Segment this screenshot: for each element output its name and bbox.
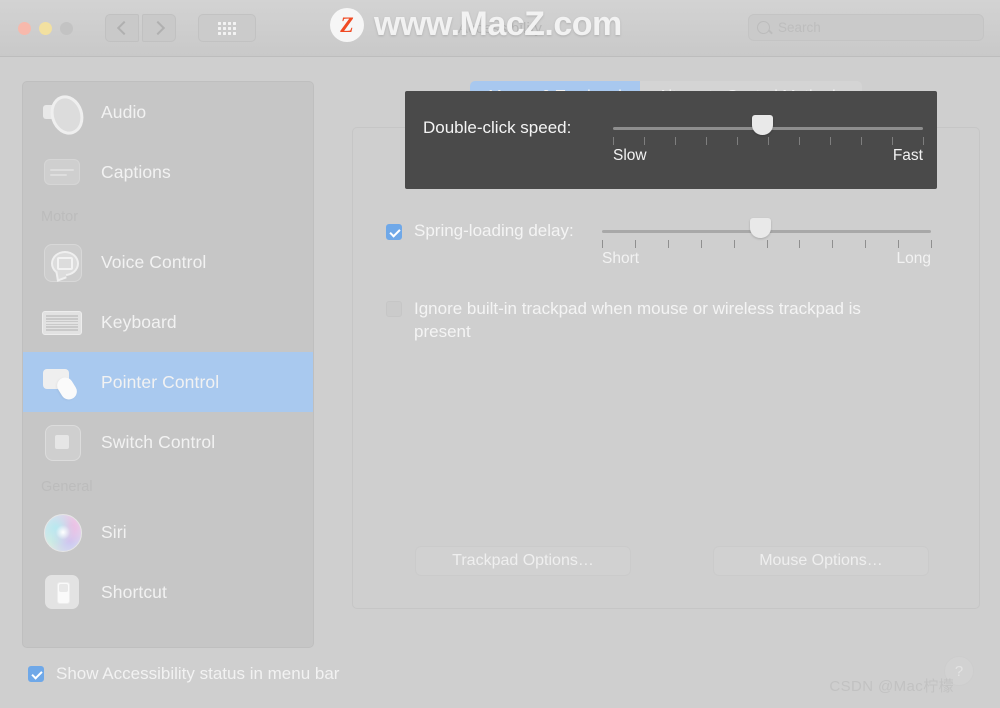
search-input[interactable]: Search	[748, 14, 984, 41]
sidebar-item-captions[interactable]: Captions	[23, 142, 313, 202]
search-icon	[757, 21, 770, 34]
traffic-lights	[18, 21, 73, 35]
spring-loading-slider[interactable]: Short Long	[602, 218, 932, 267]
captions-icon	[41, 151, 83, 193]
sidebar-item-audio[interactable]: Audio	[23, 82, 313, 142]
sidebar-item-label: Siri	[101, 521, 127, 542]
slider-thumb[interactable]	[751, 115, 773, 135]
search-placeholder: Search	[778, 20, 821, 35]
chevron-right-icon	[150, 20, 165, 36]
sidebar-item-siri[interactable]: Siri	[23, 502, 313, 562]
forward-button[interactable]	[142, 14, 176, 42]
keyboard-icon	[41, 301, 83, 343]
slider-ticks	[602, 240, 932, 249]
macz-site-text: www.MacZ.com	[374, 5, 622, 43]
close-button[interactable]	[18, 21, 31, 35]
sidebar-group-motor: Motor	[41, 209, 79, 225]
slider-ticks	[613, 137, 924, 146]
window-footer: Show Accessibility status in menu bar ? …	[0, 650, 1000, 708]
zoom-button[interactable]	[60, 21, 73, 35]
macz-logo-icon: Z	[330, 7, 364, 42]
show-accessibility-status-row[interactable]: Show Accessibility status in menu bar	[28, 664, 339, 684]
window-body: Audio Captions Motor Voice Control Keybo…	[0, 57, 1000, 708]
sidebar-item-keyboard[interactable]: Keyboard	[23, 292, 313, 352]
double-click-speed-row: Double-click speed: Slow Fast	[423, 115, 924, 164]
sidebar-item-voice-control[interactable]: Voice Control	[23, 232, 313, 292]
main-panel: Mouse & Trackpad Alternate Control Metho…	[352, 81, 980, 708]
title-bar: Accessibility Z www.MacZ.com Search	[0, 0, 1000, 57]
navigation-buttons	[105, 14, 176, 42]
slider-thumb[interactable]	[749, 218, 771, 238]
double-click-speed-slider[interactable]: Slow Fast	[613, 115, 924, 164]
sidebar-item-shortcut[interactable]: Shortcut	[23, 562, 313, 622]
grid-icon	[218, 21, 236, 35]
show-accessibility-status-label: Show Accessibility status in menu bar	[56, 664, 340, 683]
slider-max-label: Fast	[892, 147, 923, 164]
accessibility-window: Accessibility Z www.MacZ.com Search Audi…	[0, 0, 1000, 708]
sidebar-item-label: Audio	[101, 101, 147, 122]
macz-watermark: Z www.MacZ.com	[330, 5, 622, 44]
ignore-trackpad-label: Ignore built-in trackpad when mouse or w…	[414, 299, 861, 341]
sidebar-item-label: Keyboard	[101, 311, 177, 332]
spring-loading-checkbox[interactable]	[386, 224, 402, 240]
spring-loading-delay-row: Spring-loading delay: Short Long	[386, 218, 932, 267]
slider-max-label: Long	[896, 250, 931, 267]
sidebar-item-switch-control[interactable]: Switch Control	[23, 412, 313, 472]
tab-content-panel: Double-click speed: Slow Fast Spring-loa…	[352, 91, 980, 609]
slider-end-labels: Slow Fast	[613, 147, 923, 165]
pointer-control-icon	[41, 361, 83, 403]
sidebar-item-pointer-control[interactable]: Pointer Control	[23, 352, 313, 412]
show-all-button[interactable]	[198, 14, 256, 42]
sidebar-item-label: Switch Control	[101, 431, 216, 452]
trackpad-options-button[interactable]: Trackpad Options…	[415, 546, 631, 576]
minimize-button[interactable]	[39, 21, 52, 35]
double-click-speed-label: Double-click speed:	[423, 118, 572, 137]
show-accessibility-status-checkbox[interactable]	[28, 666, 44, 682]
shortcut-icon	[41, 571, 83, 613]
spring-loading-label: Spring-loading delay:	[414, 221, 574, 240]
sidebar-group-general: General	[41, 479, 93, 495]
options-button-row: Trackpad Options… Mouse Options…	[415, 546, 929, 576]
slider-min-label: Slow	[613, 147, 647, 164]
sidebar-item-label: Captions	[101, 161, 171, 182]
slider-min-label: Short	[602, 250, 640, 267]
siri-icon	[41, 511, 83, 553]
speaker-icon	[41, 91, 89, 139]
back-button[interactable]	[105, 14, 139, 42]
ignore-trackpad-checkbox[interactable]	[386, 301, 402, 317]
voice-control-icon	[41, 241, 83, 283]
ignore-trackpad-row[interactable]: Ignore built-in trackpad when mouse or w…	[386, 298, 886, 344]
switch-control-icon	[41, 421, 83, 463]
slider-end-labels: Short Long	[602, 250, 931, 268]
chevron-left-icon	[116, 20, 131, 36]
mouse-options-button[interactable]: Mouse Options…	[713, 546, 929, 576]
sidebar-item-label: Pointer Control	[101, 371, 220, 392]
accessibility-sidebar[interactable]: Audio Captions Motor Voice Control Keybo…	[22, 81, 314, 648]
csdn-watermark: CSDN @Mac柠檬	[829, 678, 954, 695]
sidebar-item-label: Shortcut	[101, 581, 167, 602]
sidebar-item-label: Voice Control	[101, 251, 207, 272]
